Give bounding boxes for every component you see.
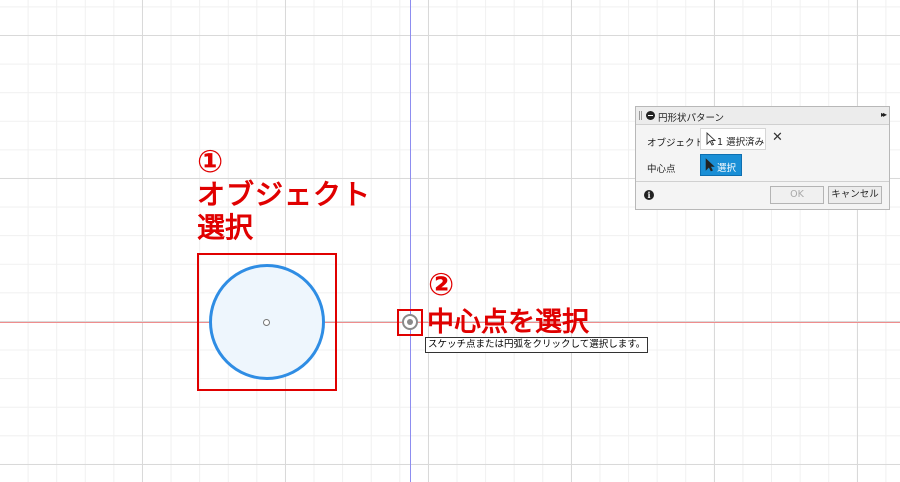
circular-pattern-dialog: 円形状パターン ▸▸ オブジェクト 1 選択済み ✕ 中心点 選択 i OK キ… [635,106,890,210]
step2-number: ② [428,267,455,303]
object-selected-count: 1 選択済み [717,137,765,148]
info-icon[interactable]: i [644,190,654,200]
minus-circle-icon[interactable] [646,111,655,120]
cancel-button[interactable]: キャンセル [828,186,882,204]
step1-text-line2: 選択 [197,211,254,244]
object-highlight-box [197,253,337,391]
step1-number: ① [197,144,224,180]
arrow-cursor-icon [706,132,716,146]
dialog-title: 円形状パターン [658,113,725,124]
step2-text: 中心点を選択 [427,307,589,338]
sketch-canvas[interactable] [0,0,900,482]
tooltip: スケッチ点または円弧をクリックして選択します。 [425,337,649,353]
object-selector[interactable]: 1 選択済み [700,128,766,150]
center-highlight-box [397,309,423,336]
center-point-label: 中心点 [647,164,676,175]
close-icon[interactable]: ✕ [772,131,783,144]
center-select-label: 選択 [717,163,737,174]
dialog-footer: i OK キャンセル [636,181,889,210]
arrow-cursor-icon [705,158,715,172]
y-axis-line [410,0,411,482]
center-point-selector[interactable]: 選択 [700,154,742,176]
ok-button[interactable]: OK [770,186,824,204]
object-label: オブジェクト [647,138,705,149]
expand-icon[interactable]: ▸▸ [881,110,887,119]
drag-grip-icon[interactable] [639,111,642,120]
dialog-header[interactable]: 円形状パターン ▸▸ [636,107,889,125]
step1-text-line1: オブジェクト [197,178,372,211]
